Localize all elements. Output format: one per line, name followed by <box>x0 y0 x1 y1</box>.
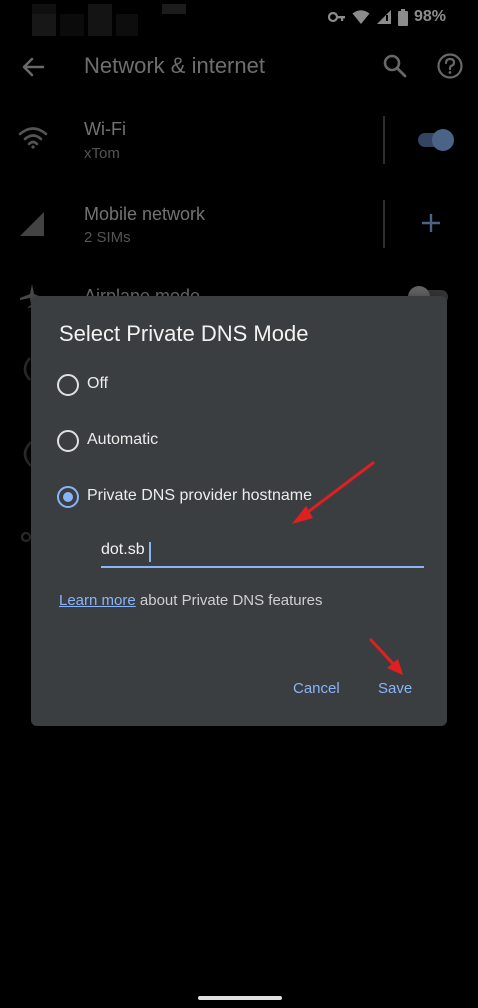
screen: 98% Network & internet Wi-Fi xTom Mobile… <box>0 0 478 1008</box>
annotation-arrow-to-hostname <box>292 461 403 675</box>
gesture-nav-bar[interactable] <box>198 996 282 1000</box>
